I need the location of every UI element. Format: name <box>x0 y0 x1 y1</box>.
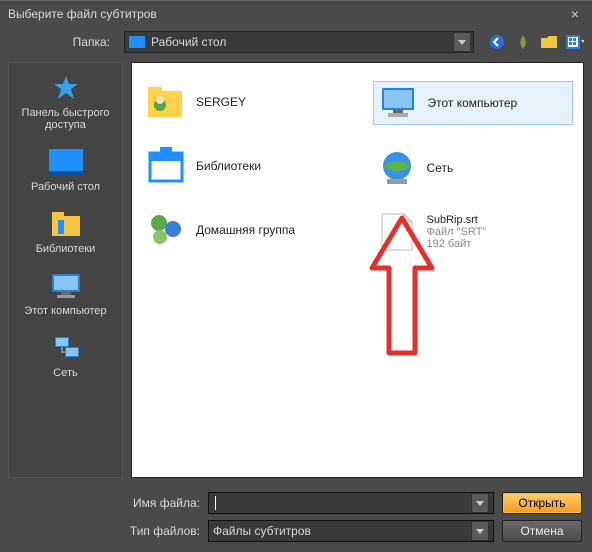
libraries-icon <box>48 209 84 239</box>
file-item-size: 192 байт <box>427 238 487 250</box>
filetype-select[interactable]: Файлы субтитров <box>208 520 494 542</box>
open-button[interactable]: Открыть <box>502 492 582 514</box>
view-menu-icon[interactable] <box>566 33 584 51</box>
folder-label: Папка: <box>8 35 118 49</box>
sidebar-item-desktop[interactable]: Рабочий стол <box>9 143 122 203</box>
titlebar: Выберите файл субтитров × <box>0 0 592 26</box>
back-icon[interactable] <box>488 33 506 51</box>
file-item-name: Этот компьютер <box>428 96 518 110</box>
document-icon <box>377 213 417 251</box>
file-item-name: SubRip.srt <box>427 214 487 226</box>
dialog-title: Выберите файл субтитров <box>8 7 157 21</box>
desktop-icon <box>48 147 84 177</box>
sidebar-item-label: Панель быстрого доступа <box>11 107 120 131</box>
filetype-label: Тип файлов: <box>10 524 200 538</box>
close-icon[interactable]: × <box>566 6 584 22</box>
chevron-down-icon[interactable] <box>453 32 471 52</box>
sidebar-item-label: Библиотеки <box>11 243 120 255</box>
libraries-icon <box>146 147 186 185</box>
homegroup-icon <box>146 211 186 249</box>
places-sidebar: Панель быстрого доступа Рабочий стол Биб… <box>8 62 123 478</box>
filename-label: Имя файла: <box>10 496 200 510</box>
bottom-panel: Имя файла: Открыть Тип файлов: Файлы суб… <box>0 486 592 552</box>
computer-icon <box>48 271 84 301</box>
file-item-homegroup[interactable]: Домашняя группа <box>142 209 343 251</box>
sidebar-item-quick-access[interactable]: Панель быстрого доступа <box>9 69 122 141</box>
chevron-down-icon[interactable] <box>471 521 489 541</box>
file-item-name: Домашняя группа <box>196 223 295 237</box>
up-icon[interactable] <box>514 33 532 51</box>
globe-icon <box>377 149 417 187</box>
sidebar-item-label: Этот компьютер <box>11 305 120 317</box>
filename-input[interactable] <box>208 492 494 514</box>
folder-select[interactable]: Рабочий стол <box>124 31 474 53</box>
sidebar-item-this-pc[interactable]: Этот компьютер <box>9 267 122 327</box>
sidebar-item-network[interactable]: Сеть <box>9 329 122 389</box>
user-folder-icon <box>146 83 186 121</box>
star-icon <box>48 73 84 103</box>
file-open-dialog: Выберите файл субтитров × Папка: Рабочий… <box>0 0 592 552</box>
file-item-name: SERGEY <box>196 95 246 109</box>
file-item-network[interactable]: Сеть <box>373 147 574 189</box>
cancel-button[interactable]: Отмена <box>502 520 582 542</box>
filetype-value: Файлы субтитров <box>213 524 311 538</box>
file-item-this-pc[interactable]: Этот компьютер <box>373 81 574 125</box>
chevron-down-icon[interactable] <box>471 493 489 513</box>
file-item-type: Файл "SRT" <box>427 226 487 238</box>
sidebar-item-label: Сеть <box>11 367 120 379</box>
file-item-subrip[interactable]: SubRip.srt Файл "SRT" 192 байт <box>373 211 574 253</box>
new-folder-icon[interactable] <box>540 33 558 51</box>
folder-value: Рабочий стол <box>151 35 447 49</box>
file-item-libraries[interactable]: Библиотеки <box>142 145 343 187</box>
nav-toolbar <box>488 33 584 51</box>
file-item-user[interactable]: SERGEY <box>142 81 343 123</box>
network-icon <box>48 333 84 363</box>
file-item-name: Библиотеки <box>196 159 261 173</box>
file-item-name: Сеть <box>427 161 454 175</box>
sidebar-item-label: Рабочий стол <box>11 181 120 193</box>
file-list[interactable]: SERGEY Библиотеки Домашняя группа <box>131 62 584 478</box>
computer-icon <box>378 84 418 122</box>
desktop-icon <box>129 36 145 48</box>
sidebar-item-libraries[interactable]: Библиотеки <box>9 205 122 265</box>
folder-row: Папка: Рабочий стол <box>0 26 592 58</box>
